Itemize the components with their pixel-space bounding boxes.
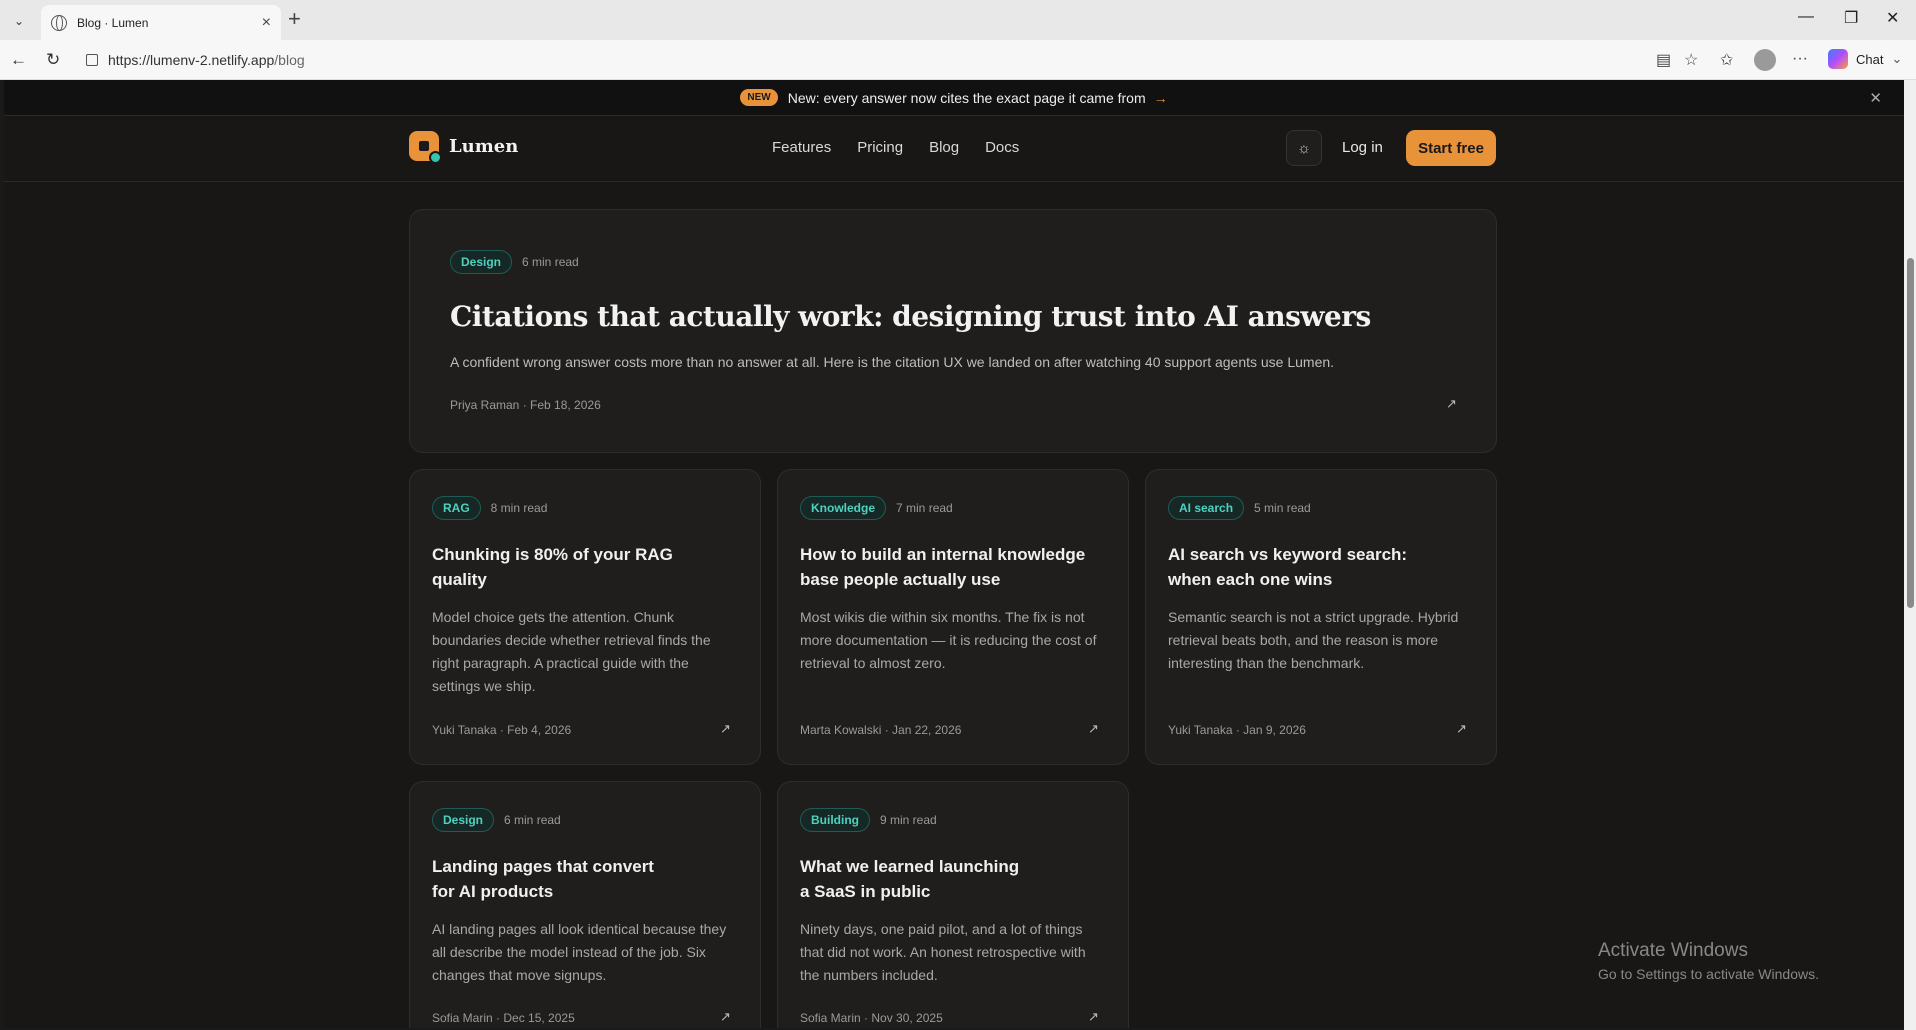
lumen-logo-icon [409,131,442,164]
nav-pricing[interactable]: Pricing [857,139,903,156]
reading-view-icon[interactable]: ▤ [1656,50,1671,70]
post-description: Model choice gets the attention. Chunk b… [432,609,711,694]
nav-docs[interactable]: Docs [985,139,1019,156]
chat-label: Chat [1856,51,1884,67]
announcement-bar[interactable]: NEW New: every answer now cites the exac… [4,80,1904,116]
brand-name: Lumen [449,135,519,157]
post-tag: AI search [1168,496,1245,520]
post-card[interactable]: AI search 5 min read AI search vs keyword… [1145,469,1497,765]
browser-tab-bar: ⌄ Blog · Lumen × + — ❐ ✕ [0,0,1916,40]
post-card[interactable]: Building 9 min read What we learned launc… [777,781,1129,1028]
read-time: 8 min read [490,501,548,515]
featured-title[interactable]: Citations that actually work: designing … [450,300,1371,333]
post-tags: AI search 5 min read [1168,496,1311,520]
url-path: /blog [274,52,305,68]
copilot-icon [1828,49,1848,69]
nav-features[interactable]: Features [772,139,831,156]
post-meta: Marta Kowalski · Jan 22, 2026 [800,723,962,737]
post-card[interactable]: Knowledge 7 min read How to build an inte… [777,469,1129,765]
scrollbar-thumb[interactable] [1907,258,1914,608]
post-card[interactable]: RAG 8 min read Chunking is 80% of your RA… [409,469,761,765]
post-description: Most wikis die within six months. The fi… [800,609,1097,671]
post-meta: Yuki Tanaka · Feb 4, 2026 [432,723,572,737]
post-tags: Design 6 min read [450,250,579,274]
theme-toggle-button[interactable]: ☼ [1286,130,1322,166]
post-meta: Sofia Marin · Nov 30, 2025 [800,1011,943,1025]
post-title[interactable]: Chunking is 80% of your RAG quality [432,542,692,592]
nav-blog[interactable]: Blog [929,139,959,156]
window-close-button[interactable]: ✕ [1886,8,1899,28]
arrow-right-icon: → [1153,89,1168,106]
more-options-icon[interactable]: ··· [1792,50,1808,68]
post-meta: Priya Raman · Feb 18, 2026 [450,398,601,412]
favorite-star-icon[interactable]: ☆ [1684,50,1698,70]
new-tab-button[interactable]: + [288,8,301,30]
open-arrow-icon[interactable]: ↗ [1088,1009,1099,1025]
watermark-subtitle: Go to Settings to activate Windows. [1598,966,1819,982]
copilot-chat-button[interactable]: Chat ⌄ [1828,49,1902,69]
sun-icon: ☼ [1297,139,1311,157]
refresh-icon[interactable]: ↻ [46,50,60,70]
post-title[interactable]: What we learned launching a SaaS in publ… [800,854,1030,904]
url-host: https://lumenv-2.netlify.app [108,52,275,68]
brand-logo[interactable]: Lumen [409,131,519,164]
featured-post-card[interactable]: Design 6 min read Citations that actually… [409,209,1497,453]
login-link[interactable]: Log in [1342,139,1383,156]
page-scrollbar[interactable] [1904,80,1916,1030]
page-viewport: NEW New: every answer now cites the exac… [4,80,1904,1028]
address-bar[interactable]: https://lumenv-2.netlify.app/blog [78,46,1698,74]
post-meta: Sofia Marin · Dec 15, 2025 [432,1011,575,1025]
restore-button[interactable]: ❐ [1844,8,1858,28]
post-meta: Yuki Tanaka · Jan 9, 2026 [1168,723,1306,737]
address-bar-row: ← ↻ https://lumenv-2.netlify.app/blog ▤ … [0,40,1916,80]
globe-icon [51,14,67,31]
watermark-title: Activate Windows [1598,940,1748,961]
favorites-icon[interactable]: ✩ [1720,50,1733,70]
post-title[interactable]: AI search vs keyword search: when each o… [1168,542,1418,592]
post-tag: RAG [432,496,481,520]
windows-activation-watermark: Activate Windows Go to Settings to activ… [1598,940,1819,982]
open-arrow-icon[interactable]: ↗ [1446,396,1457,412]
site-info-icon[interactable] [86,54,98,66]
tab-list-dropdown[interactable]: ⌄ [6,8,32,34]
profile-avatar[interactable] [1754,49,1776,71]
close-tab-icon[interactable]: × [262,14,271,32]
post-card[interactable]: Design 6 min read Landing pages that conv… [409,781,761,1028]
open-arrow-icon[interactable]: ↗ [1456,721,1467,737]
chevron-down-icon: ⌄ [1891,51,1903,66]
post-tag: Design [432,808,495,832]
back-icon[interactable]: ← [10,50,27,70]
minimize-button[interactable]: — [1798,8,1814,26]
open-arrow-icon[interactable]: ↗ [1088,721,1099,737]
open-arrow-icon[interactable]: ↗ [720,1009,731,1025]
site-header: Lumen Features Pricing Blog Docs ☼ Log i… [4,116,1904,182]
announcement-message: New: every answer now cites the exact pa… [787,89,1146,106]
post-description: Ninety days, one paid pilot, and a lot o… [800,921,1086,983]
browser-tab[interactable]: Blog · Lumen × [41,5,281,40]
post-tags: Knowledge 7 min read [800,496,953,520]
main-nav: Features Pricing Blog Docs [772,139,1019,156]
post-description: Semantic search is not a strict upgrade.… [1168,609,1459,671]
read-time: 6 min read [504,813,561,827]
read-time: 7 min read [896,501,953,515]
read-time: 9 min read [880,813,937,827]
start-free-button[interactable]: Start free [1406,130,1496,166]
post-description: AI landing pages all look identical beca… [432,921,727,983]
post-tags: Building 9 min read [800,808,937,832]
post-tag: Building [800,808,870,832]
post-tags: RAG 8 min read [432,496,547,520]
post-title[interactable]: How to build an internal knowledge base … [800,542,1100,592]
post-tags: Design 6 min read [432,808,561,832]
tab-title: Blog · Lumen [77,15,149,30]
dismiss-announcement-icon[interactable]: ✕ [1869,89,1882,107]
open-arrow-icon[interactable]: ↗ [720,721,731,737]
read-time: 6 min read [522,255,579,269]
post-tag: Knowledge [800,496,887,520]
post-tag: Design [450,250,513,274]
post-title[interactable]: Landing pages that convert for AI produc… [432,854,662,904]
new-badge: NEW [740,89,778,106]
read-time: 5 min read [1254,501,1311,515]
featured-description: A confident wrong answer costs more than… [450,354,1335,370]
